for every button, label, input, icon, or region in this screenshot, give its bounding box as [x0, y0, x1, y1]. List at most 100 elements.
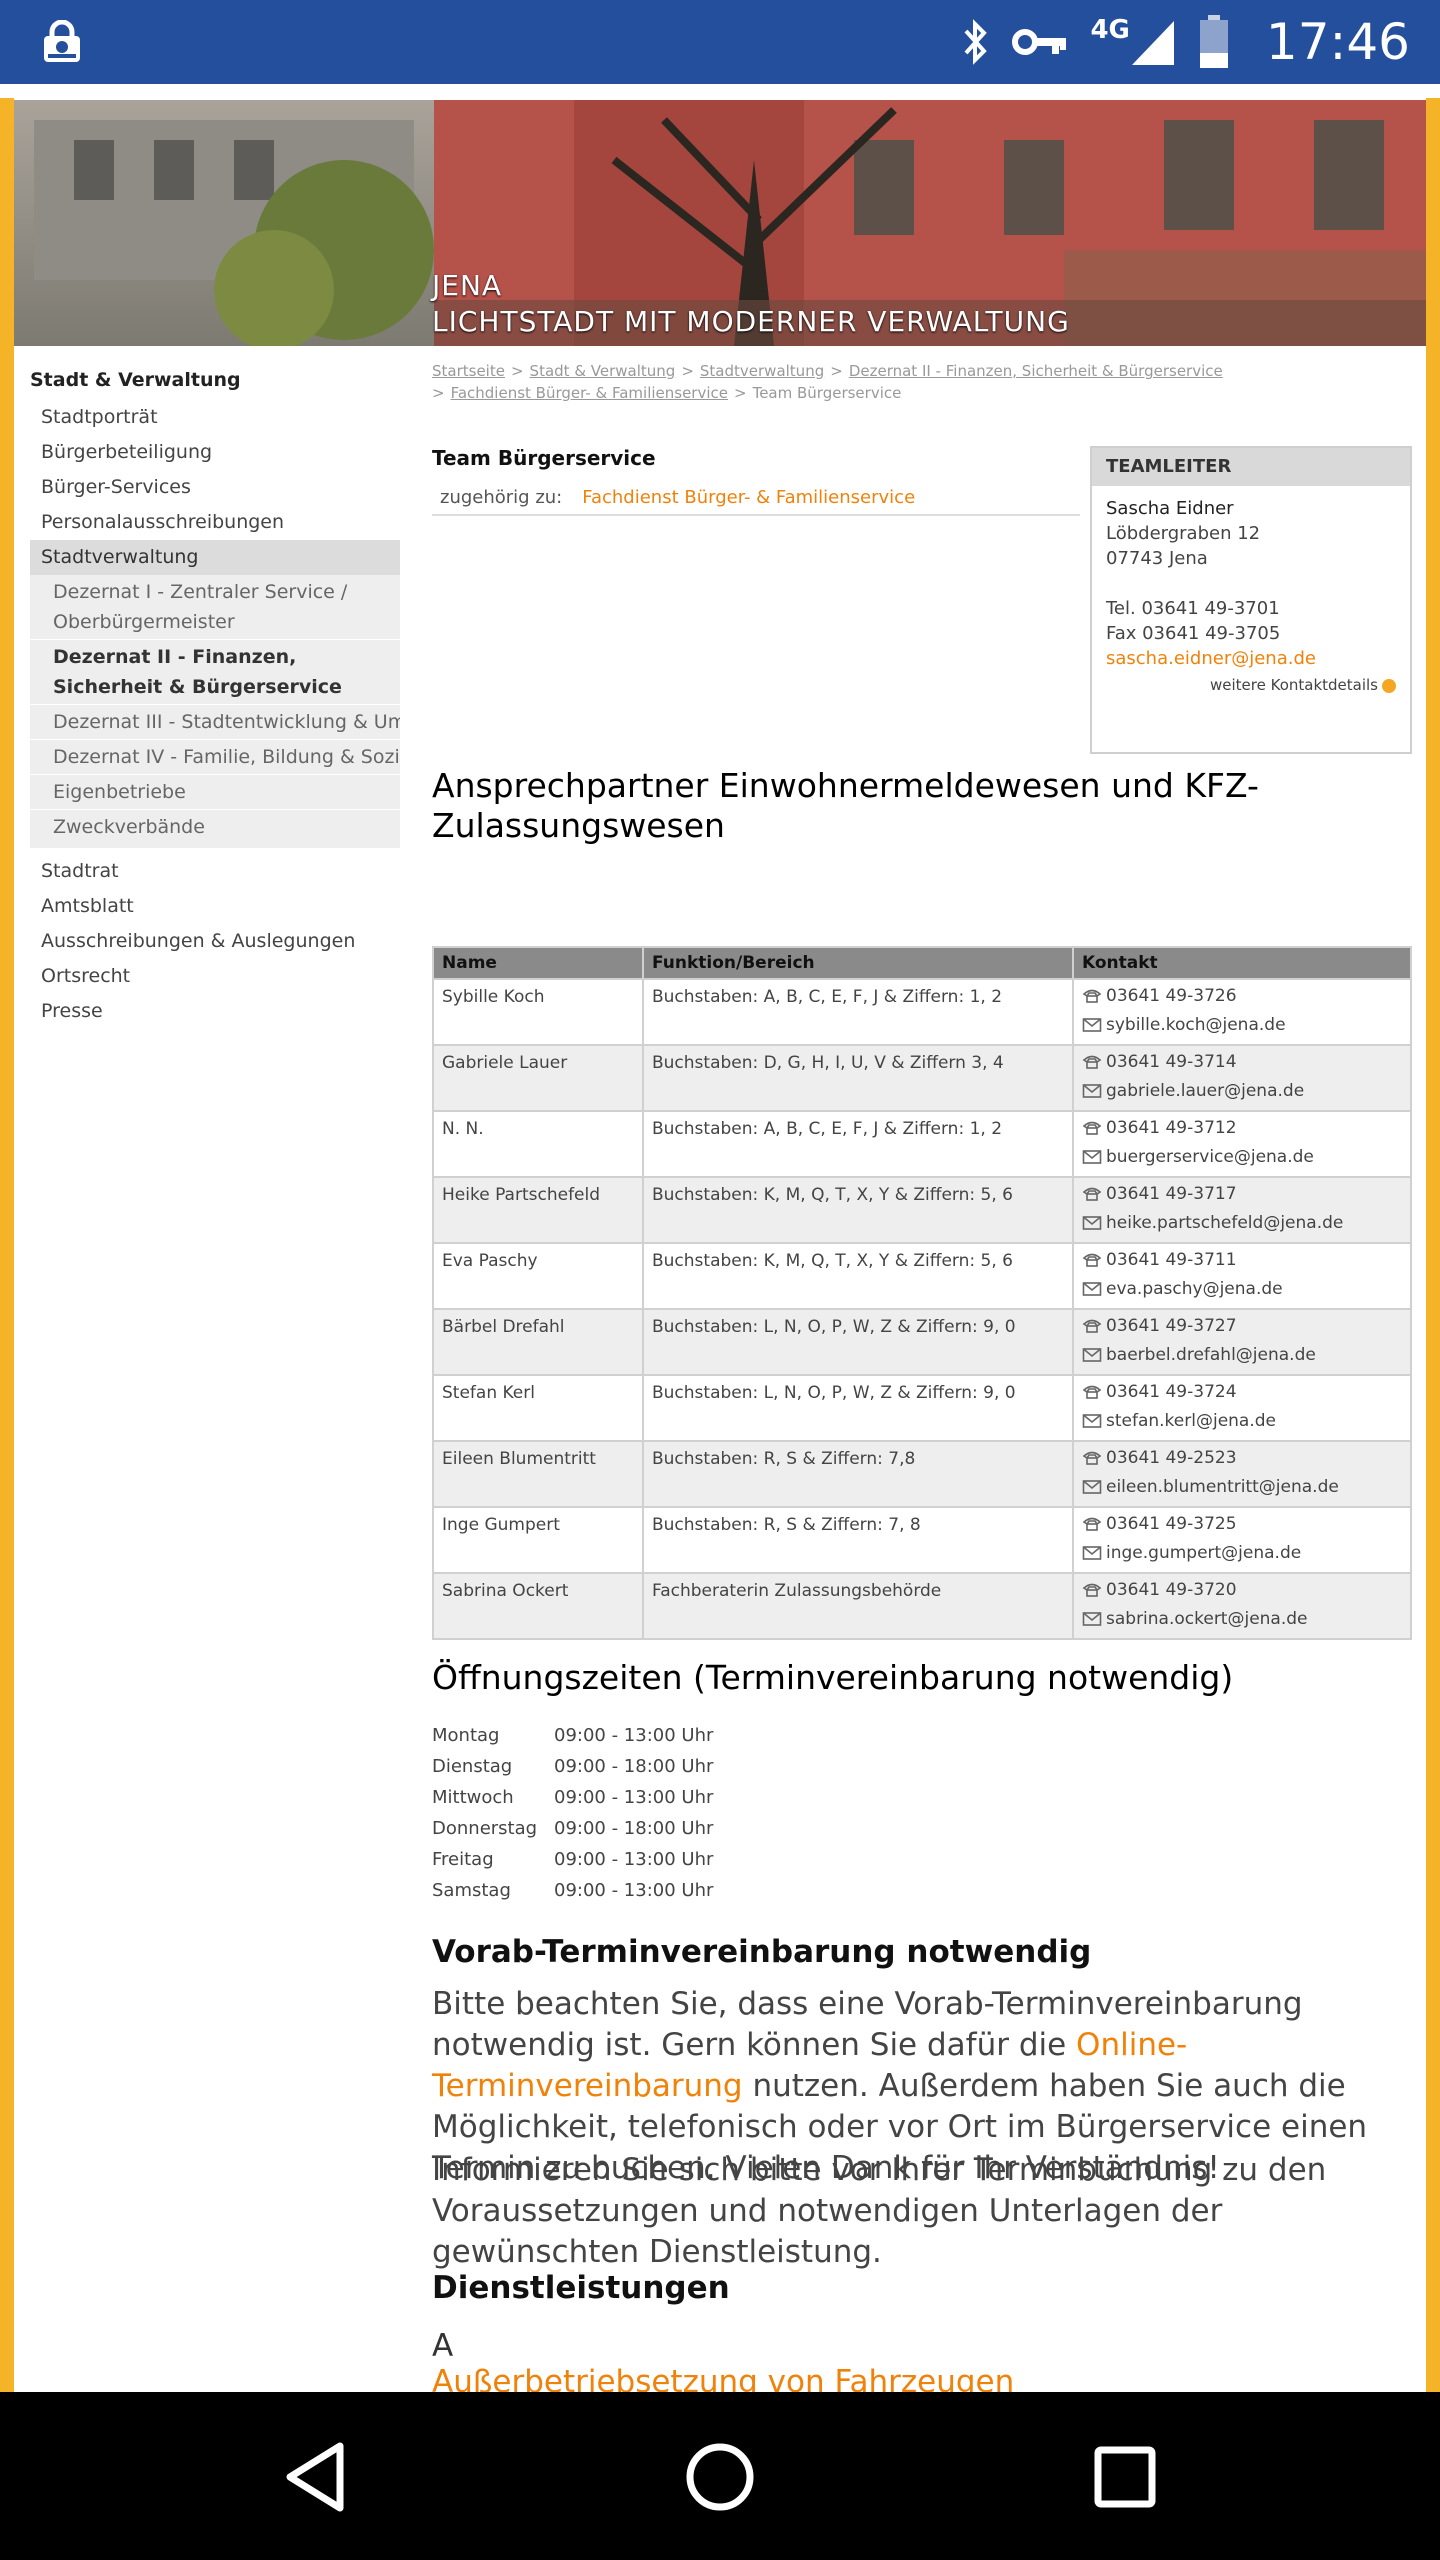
contact-phone[interactable]: 03641 49-3714	[1082, 1048, 1402, 1077]
breadcrumb-separator: >	[734, 384, 747, 402]
column-header-contact: Kontakt	[1072, 946, 1412, 980]
envelope-icon	[1082, 1018, 1102, 1032]
contact-phone-number: 03641 49-3712	[1106, 1118, 1237, 1138]
hours-row: Freitag 09:00 - 13:00 Uhr	[432, 1844, 713, 1875]
sidebar-item-stadtportraet[interactable]: Stadtporträt	[30, 400, 400, 435]
contact-area: Buchstaben: R, S & Ziffern: 7, 8	[642, 1506, 1074, 1574]
opening-hours-list: Montag 09:00 - 13:00 Uhr Dienstag 09:00 - 1…	[432, 1720, 713, 1906]
contact-email[interactable]: sybille.koch@jena.de	[1082, 1011, 1402, 1040]
back-button[interactable]	[272, 2432, 362, 2522]
contact-phone[interactable]: 03641 49-3725	[1082, 1510, 1402, 1539]
column-header-function: Funktion/Bereich	[642, 946, 1074, 980]
contact-phone-number: 03641 49-3720	[1106, 1580, 1237, 1600]
leader-email-link[interactable]: sascha.eidner@jena.de	[1106, 646, 1396, 671]
contact-phone[interactable]: 03641 49-3717	[1082, 1180, 1402, 1209]
contact-name: Bärbel Drefahl	[432, 1308, 644, 1376]
team-leader-box: TEAMLEITER Sascha Eidner Löbdergraben 12…	[1090, 446, 1412, 754]
contact-phone-number: 03641 49-3714	[1106, 1052, 1237, 1072]
sidebar-title[interactable]: Stadt & Verwaltung	[30, 360, 400, 400]
contact-email[interactable]: buergerservice@jena.de	[1082, 1143, 1402, 1172]
breadcrumb-startseite[interactable]: Startseite	[432, 362, 505, 380]
signal-icon	[1131, 21, 1174, 65]
belongs-to-link[interactable]: Fachdienst Bürger- & Familienservice	[582, 487, 915, 508]
contact-phone[interactable]: 03641 49-3727	[1082, 1312, 1402, 1341]
hours-row: Donnerstag 09:00 - 18:00 Uhr	[432, 1813, 713, 1844]
sidebar-item-ausschreibungen[interactable]: Ausschreibungen & Auslegungen	[30, 924, 400, 959]
hours-row: Montag 09:00 - 13:00 Uhr	[432, 1720, 713, 1751]
contact-email[interactable]: sabrina.ockert@jena.de	[1082, 1605, 1402, 1634]
hours-time: 09:00 - 18:00 Uhr	[554, 1756, 714, 1777]
table-header-row: Name Funktion/Bereich Kontakt	[432, 946, 1412, 980]
breadcrumb-separator: >	[681, 362, 694, 380]
contact-phone[interactable]: 03641 49-3724	[1082, 1378, 1402, 1407]
contact-email[interactable]: inge.gumpert@jena.de	[1082, 1539, 1402, 1568]
contact-name: Heike Partschefeld	[432, 1176, 644, 1244]
contact-phone[interactable]: 03641 49-3711	[1082, 1246, 1402, 1275]
contact-area: Buchstaben: D, G, H, I, U, V & Ziffern 3…	[642, 1044, 1074, 1112]
vpn-app-icon	[44, 20, 80, 62]
contact-email[interactable]: stefan.kerl@jena.de	[1082, 1407, 1402, 1436]
sidebar-subitem-dezernat-4[interactable]: Dezernat IV - Familie, Bildung & Soziale…	[30, 739, 400, 774]
banner-title: JENA LICHTSTADT MIT MODERNER VERWALTUNG	[432, 268, 1070, 340]
team-leader-header: TEAMLEITER	[1092, 448, 1410, 486]
sidebar-subitem-dezernat-2[interactable]: Dezernat II - Finanzen, Sicherheit & Bür…	[30, 639, 400, 704]
contact-cell: 03641 49-3726 sybille.koch@jena.de	[1072, 978, 1412, 1046]
envelope-icon	[1082, 1084, 1102, 1098]
sidebar-subitem-zweckverbaende[interactable]: Zweckverbände	[30, 809, 400, 844]
contact-email[interactable]: eileen.blumentritt@jena.de	[1082, 1473, 1402, 1502]
sidebar-item-ortsrecht[interactable]: Ortsrecht	[30, 959, 400, 994]
service-link[interactable]: Außerbetriebsetzung von Fahrzeugen	[432, 2364, 1014, 2392]
recents-button[interactable]	[1080, 2432, 1170, 2522]
breadcrumb-stadt-verwaltung[interactable]: Stadt & Verwaltung	[530, 362, 676, 380]
breadcrumb-fachdienst[interactable]: Fachdienst Bürger- & Familienservice	[451, 384, 728, 402]
more-contact-details-link[interactable]: weitere Kontaktdetails	[1106, 673, 1396, 698]
contact-email-address: heike.partschefeld@jena.de	[1106, 1213, 1344, 1233]
home-button[interactable]	[675, 2432, 765, 2522]
contact-name: Sybille Koch	[432, 978, 644, 1046]
banner-city: JENA	[432, 269, 503, 302]
envelope-icon	[1082, 1348, 1102, 1362]
contact-phone[interactable]: 03641 49-3720	[1082, 1576, 1402, 1605]
contact-cell: 03641 49-3724 stefan.kerl@jena.de	[1072, 1374, 1412, 1442]
leader-street: Löbdergraben 12	[1106, 523, 1261, 544]
sidebar-item-stadtrat[interactable]: Stadtrat	[30, 854, 400, 889]
contact-email[interactable]: eva.paschy@jena.de	[1082, 1275, 1402, 1304]
hours-time: 09:00 - 13:00 Uhr	[554, 1880, 714, 1901]
contact-phone-number: 03641 49-3725	[1106, 1514, 1237, 1534]
leader-city: 07743 Jena	[1106, 548, 1208, 569]
hours-time: 09:00 - 13:00 Uhr	[554, 1849, 714, 1870]
hours-day: Mittwoch	[432, 1787, 514, 1808]
contact-email[interactable]: heike.partschefeld@jena.de	[1082, 1209, 1402, 1238]
column-header-name: Name	[432, 946, 644, 980]
breadcrumb-separator: >	[432, 384, 445, 402]
sidebar-item-stadtverwaltung[interactable]: Stadtverwaltung	[30, 540, 400, 575]
bluetooth-icon	[964, 19, 988, 65]
sidebar-item-amtsblatt[interactable]: Amtsblatt	[30, 889, 400, 924]
contact-cell: 03641 49-3714 gabriele.lauer@jena.de	[1072, 1044, 1412, 1112]
sidebar-subitem-eigenbetriebe[interactable]: Eigenbetriebe	[30, 774, 400, 809]
contact-name: N. N.	[432, 1110, 644, 1178]
sidebar-item-presse[interactable]: Presse	[30, 994, 400, 1029]
banner-slogan: LICHTSTADT MIT MODERNER VERWALTUNG	[432, 305, 1070, 338]
leader-fax: Fax 03641 49-3705	[1106, 623, 1281, 644]
table-row: Sabrina Ockert Fachberaterin Zulassungsbe…	[432, 1572, 1412, 1640]
contact-phone[interactable]: 03641 49-2523	[1082, 1444, 1402, 1473]
contact-area: Buchstaben: A, B, C, E, F, J & Ziffern: …	[642, 1110, 1074, 1178]
sidebar-subitem-dezernat-3[interactable]: Dezernat III - Stadtentwicklung & Umwelt	[30, 704, 400, 739]
contact-email[interactable]: gabriele.lauer@jena.de	[1082, 1077, 1402, 1106]
sidebar-item-buergerbeteiligung[interactable]: Bürgerbeteiligung	[30, 435, 400, 470]
sidebar-subitem-dezernat-1[interactable]: Dezernat I - Zentraler Service / Oberbür…	[30, 575, 400, 639]
contact-phone[interactable]: 03641 49-3712	[1082, 1114, 1402, 1143]
more-contact-details-label: weitere Kontaktdetails	[1210, 676, 1378, 694]
sidebar-item-buerger-services[interactable]: Bürger-Services	[30, 470, 400, 505]
sidebar-item-personalausschreibungen[interactable]: Personalausschreibungen	[30, 505, 400, 540]
contact-email[interactable]: baerbel.drefahl@jena.de	[1082, 1341, 1402, 1370]
envelope-icon	[1082, 1612, 1102, 1626]
breadcrumb-dezernat-2[interactable]: Dezernat II - Finanzen, Sicherheit & Bür…	[849, 362, 1223, 380]
contact-email-address: gabriele.lauer@jena.de	[1106, 1081, 1305, 1101]
breadcrumb-stadtverwaltung[interactable]: Stadtverwaltung	[700, 362, 824, 380]
contact-phone[interactable]: 03641 49-3726	[1082, 982, 1402, 1011]
contact-area: Buchstaben: R, S & Ziffern: 7,8	[642, 1440, 1074, 1508]
table-row: Bärbel Drefahl Buchstaben: L, N, O, P, W,…	[432, 1308, 1412, 1376]
phone-icon	[1082, 989, 1102, 1003]
